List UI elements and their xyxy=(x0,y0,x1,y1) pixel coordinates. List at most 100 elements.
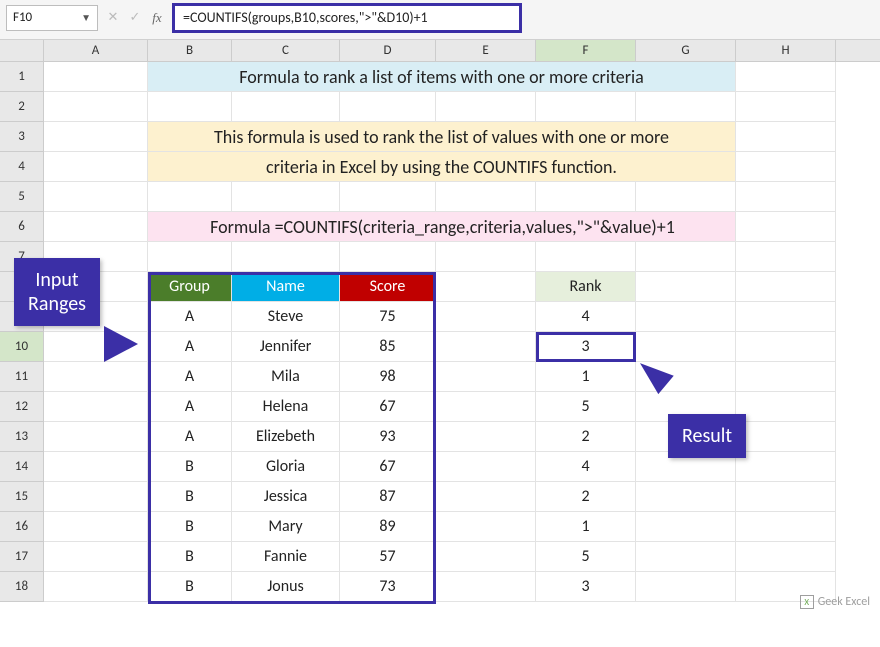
cell-C17[interactable]: Fannie xyxy=(232,542,340,572)
cell-E15[interactable] xyxy=(436,482,536,512)
cell-F14[interactable]: 4 xyxy=(536,452,636,482)
cell-F13[interactable]: 2 xyxy=(536,422,636,452)
cell-F12[interactable]: 5 xyxy=(536,392,636,422)
cell-A14[interactable] xyxy=(44,452,148,482)
cell-D10[interactable]: 85 xyxy=(340,332,436,362)
cell-H11[interactable] xyxy=(736,362,836,392)
cell-F17[interactable]: 5 xyxy=(536,542,636,572)
cell-G11[interactable] xyxy=(636,362,736,392)
row-header-3[interactable]: 3 xyxy=(0,122,44,152)
col-header-B[interactable]: B xyxy=(148,40,232,61)
cell-F11[interactable]: 1 xyxy=(536,362,636,392)
formula-input[interactable]: =COUNTIFS(groups,B10,scores,">"&D10)+1 xyxy=(172,3,522,33)
formula-template[interactable]: Formula =COUNTIFS(criteria_range,criteri… xyxy=(148,212,736,242)
cell-C16[interactable]: Mary xyxy=(232,512,340,542)
col-header-F[interactable]: F xyxy=(536,40,636,61)
cell-A13[interactable] xyxy=(44,422,148,452)
cell-A10[interactable] xyxy=(44,332,148,362)
cell-B13[interactable]: A xyxy=(148,422,232,452)
cell-H12[interactable] xyxy=(736,392,836,422)
cell-E11[interactable] xyxy=(436,362,536,392)
cell-G15[interactable] xyxy=(636,482,736,512)
row-header-15[interactable]: 15 xyxy=(0,482,44,512)
cell-B14[interactable]: B xyxy=(148,452,232,482)
cell-A15[interactable] xyxy=(44,482,148,512)
row-header-12[interactable]: 12 xyxy=(0,392,44,422)
cell-B15[interactable]: B xyxy=(148,482,232,512)
cell-D17[interactable]: 57 xyxy=(340,542,436,572)
cell-H1[interactable] xyxy=(736,62,836,92)
cell-G9[interactable] xyxy=(636,302,736,332)
cell-D16[interactable]: 89 xyxy=(340,512,436,542)
cell-E16[interactable] xyxy=(436,512,536,542)
cell-F10[interactable]: 3 xyxy=(536,332,636,362)
col-header-C[interactable]: C xyxy=(232,40,340,61)
row-header-17[interactable]: 17 xyxy=(0,542,44,572)
cell-H13[interactable] xyxy=(736,422,836,452)
cell-A1[interactable] xyxy=(44,62,148,92)
cell-B17[interactable]: B xyxy=(148,542,232,572)
cell-B18[interactable]: B xyxy=(148,572,232,602)
header-name[interactable]: Name xyxy=(232,272,340,302)
header-group[interactable]: Group xyxy=(148,272,232,302)
cell-B11[interactable]: A xyxy=(148,362,232,392)
cell-A11[interactable] xyxy=(44,362,148,392)
row-header-5[interactable]: 5 xyxy=(0,182,44,212)
cell-H9[interactable] xyxy=(736,302,836,332)
description-line2[interactable]: criteria in Excel by using the COUNTIFS … xyxy=(148,152,736,182)
fx-icon[interactable]: fx xyxy=(148,10,166,26)
enter-icon[interactable]: ✓ xyxy=(126,10,144,25)
cell-D11[interactable]: 98 xyxy=(340,362,436,392)
cell-H17[interactable] xyxy=(736,542,836,572)
cell-G18[interactable] xyxy=(636,572,736,602)
cell-F15[interactable]: 2 xyxy=(536,482,636,512)
cell-H16[interactable] xyxy=(736,512,836,542)
cell-C13[interactable]: Elizebeth xyxy=(232,422,340,452)
row-header-1[interactable]: 1 xyxy=(0,62,44,92)
cell-A18[interactable] xyxy=(44,572,148,602)
row-header-4[interactable]: 4 xyxy=(0,152,44,182)
cell-C9[interactable]: Steve xyxy=(232,302,340,332)
select-all-corner[interactable] xyxy=(0,40,44,61)
cell-E14[interactable] xyxy=(436,452,536,482)
cell-G16[interactable] xyxy=(636,512,736,542)
cell-H14[interactable] xyxy=(736,452,836,482)
cell-E17[interactable] xyxy=(436,542,536,572)
cell-H10[interactable] xyxy=(736,332,836,362)
chevron-down-icon[interactable]: ▼ xyxy=(81,11,91,24)
cell-G10[interactable] xyxy=(636,332,736,362)
cell-D14[interactable]: 67 xyxy=(340,452,436,482)
cell-C10[interactable]: Jennifer xyxy=(232,332,340,362)
cell-C12[interactable]: Helena xyxy=(232,392,340,422)
cell-E10[interactable] xyxy=(436,332,536,362)
cell-D13[interactable]: 93 xyxy=(340,422,436,452)
col-header-H[interactable]: H xyxy=(736,40,836,61)
cell-C14[interactable]: Gloria xyxy=(232,452,340,482)
description-line1[interactable]: This formula is used to rank the list of… xyxy=(148,122,736,152)
cell-F18[interactable]: 3 xyxy=(536,572,636,602)
row-header-13[interactable]: 13 xyxy=(0,422,44,452)
cell-D18[interactable]: 73 xyxy=(340,572,436,602)
cell-H15[interactable] xyxy=(736,482,836,512)
cell-B9[interactable]: A xyxy=(148,302,232,332)
col-header-E[interactable]: E xyxy=(436,40,536,61)
cell-E12[interactable] xyxy=(436,392,536,422)
cell-E18[interactable] xyxy=(436,572,536,602)
cell-A16[interactable] xyxy=(44,512,148,542)
cell-E9[interactable] xyxy=(436,302,536,332)
cell-D9[interactable]: 75 xyxy=(340,302,436,332)
row-header-2[interactable]: 2 xyxy=(0,92,44,122)
header-rank[interactable]: Rank xyxy=(536,272,636,302)
cell-B12[interactable]: A xyxy=(148,392,232,422)
cell-C11[interactable]: Mila xyxy=(232,362,340,392)
cell-B16[interactable]: B xyxy=(148,512,232,542)
cell-E13[interactable] xyxy=(436,422,536,452)
col-header-G[interactable]: G xyxy=(636,40,736,61)
row-header-10[interactable]: 10 xyxy=(0,332,44,362)
header-score[interactable]: Score xyxy=(340,272,436,302)
col-header-D[interactable]: D xyxy=(340,40,436,61)
name-box[interactable]: F10 ▼ xyxy=(6,5,98,31)
cell-B10[interactable]: A xyxy=(148,332,232,362)
cell-D12[interactable]: 67 xyxy=(340,392,436,422)
cell-A12[interactable] xyxy=(44,392,148,422)
